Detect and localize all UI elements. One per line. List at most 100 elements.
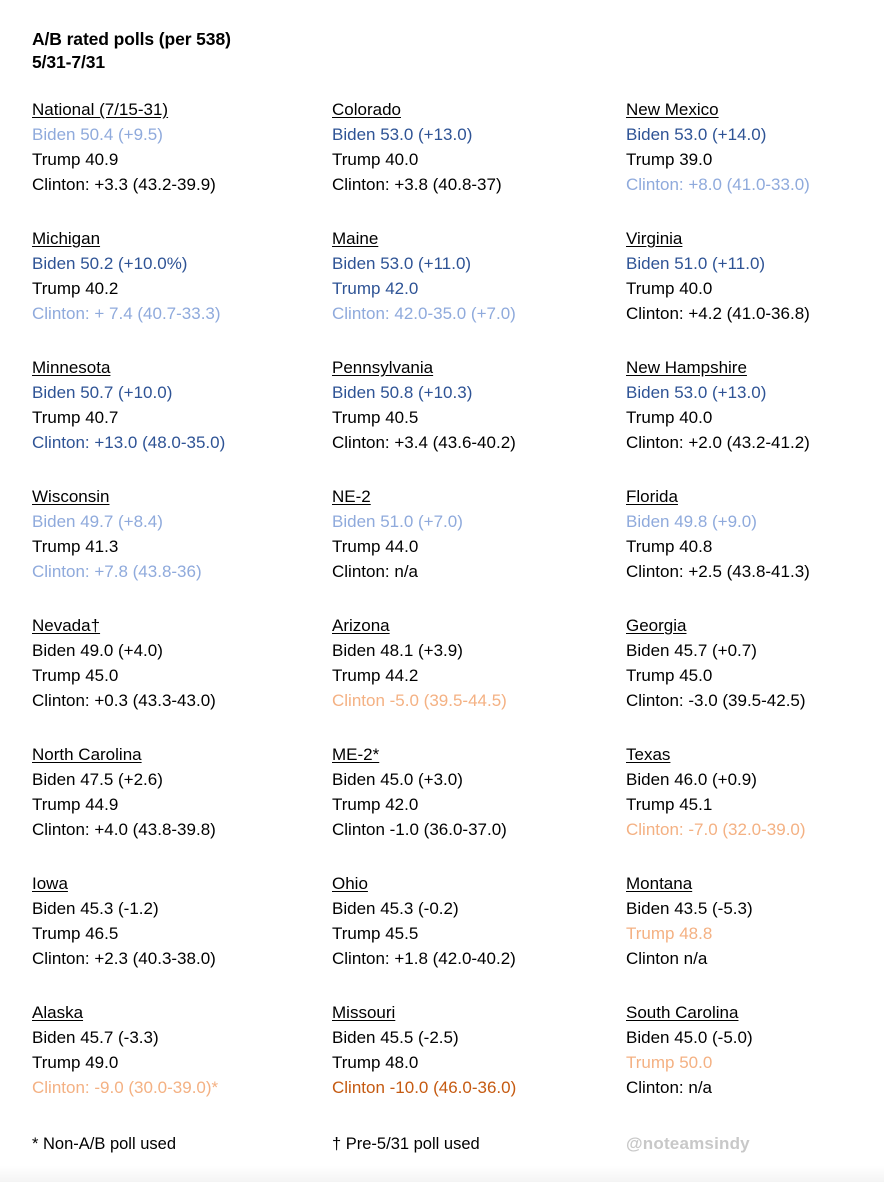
- biden-line: Biden 45.3 (-0.2): [332, 899, 459, 918]
- state-name: South Carolina: [626, 1003, 739, 1022]
- poll-cell: Arizona Biden 48.1 (+3.9) Trump 44.2 Clinto…: [332, 614, 626, 743]
- state-name: Maine: [332, 229, 379, 248]
- biden-line: Biden 47.5 (+2.6): [32, 770, 163, 789]
- trump-line: Trump 42.0: [332, 795, 419, 814]
- poll-cell: Alaska Biden 45.7 (-3.3) Trump 49.0 Clinton…: [32, 1001, 332, 1130]
- trump-line: Trump 40.2: [32, 279, 119, 298]
- poll-cell: Michigan Biden 50.2 (+10.0%) Trump 40.2 Cli…: [32, 227, 332, 356]
- state-name: Nevada†: [32, 616, 101, 635]
- biden-line: Biden 53.0 (+13.0): [626, 383, 767, 402]
- trump-line: Trump 39.0: [626, 150, 713, 169]
- trump-line: Trump 48.0: [332, 1053, 419, 1072]
- state-name: New Mexico: [626, 100, 719, 119]
- poll-cell: National (7/15-31) Biden 50.4 (+9.5) Trump…: [32, 98, 332, 227]
- biden-line: Biden 48.1 (+3.9): [332, 641, 463, 660]
- clinton-line: Clinton: n/a: [332, 562, 418, 581]
- trump-line: Trump 40.0: [626, 279, 713, 298]
- clinton-line: Clinton: -7.0 (32.0-39.0): [626, 820, 806, 839]
- trump-line: Trump 40.7: [32, 408, 119, 427]
- poll-grid: National (7/15-31) Biden 50.4 (+9.5) Trump…: [32, 98, 860, 1130]
- poll-cell: Colorado Biden 53.0 (+13.0) Trump 40.0 Clin…: [332, 98, 626, 227]
- poll-cell: NE-2 Biden 51.0 (+7.0) Trump 44.0 Clinton: …: [332, 485, 626, 614]
- biden-line: Biden 45.7 (+0.7): [626, 641, 757, 660]
- biden-line: Biden 45.3 (-1.2): [32, 899, 159, 918]
- biden-line: Biden 49.0 (+4.0): [32, 641, 163, 660]
- poll-cell: Ohio Biden 45.3 (-0.2) Trump 45.5 Clinton: …: [332, 872, 626, 1001]
- poll-cell: ME-2* Biden 45.0 (+3.0) Trump 42.0 Clinton …: [332, 743, 626, 872]
- trump-line: Trump 44.0: [332, 537, 419, 556]
- trump-line: Trump 40.0: [626, 408, 713, 427]
- poll-cell: Nevada† Biden 49.0 (+4.0) Trump 45.0 Clinto…: [32, 614, 332, 743]
- state-name: Missouri: [332, 1003, 396, 1022]
- state-name: Georgia: [626, 616, 687, 635]
- clinton-line: Clinton: -3.0 (39.5-42.5): [626, 691, 806, 710]
- trump-line: Trump 41.3: [32, 537, 119, 556]
- trump-line: Trump 40.8: [626, 537, 713, 556]
- biden-line: Biden 51.0 (+7.0): [332, 512, 463, 531]
- clinton-line: Clinton: +3.3 (43.2-39.9): [32, 175, 216, 194]
- biden-line: Biden 50.8 (+10.3): [332, 383, 473, 402]
- state-name: Texas: [626, 745, 671, 764]
- biden-line: Biden 50.2 (+10.0%): [32, 254, 188, 273]
- clinton-line: Clinton: +0.3 (43.3-43.0): [32, 691, 216, 710]
- state-name: Michigan: [32, 229, 101, 248]
- poll-cell: Wisconsin Biden 49.7 (+8.4) Trump 41.3 Clin…: [32, 485, 332, 614]
- clinton-line: Clinton n/a: [626, 949, 708, 968]
- footnote-non-ab: * Non-A/B poll used: [32, 1135, 176, 1153]
- biden-line: Biden 45.0 (-5.0): [626, 1028, 753, 1047]
- biden-line: Biden 45.5 (-2.5): [332, 1028, 459, 1047]
- clinton-line: Clinton: +3.4 (43.6-40.2): [332, 433, 516, 452]
- trump-line: Trump 48.8: [626, 924, 713, 943]
- watermark-handle: @noteamsindy: [626, 1134, 750, 1153]
- clinton-line: Clinton: +13.0 (48.0-35.0): [32, 433, 226, 452]
- state-name: Iowa: [32, 874, 68, 893]
- poll-cell: Montana Biden 43.5 (-5.3) Trump 48.8 Clinto…: [626, 872, 884, 1001]
- poll-cell: Missouri Biden 45.5 (-2.5) Trump 48.0 Clint…: [332, 1001, 626, 1130]
- poll-cell: New Hampshire Biden 53.0 (+13.0) Trump 40.…: [626, 356, 884, 485]
- clinton-line: Clinton: +8.0 (41.0-33.0): [626, 175, 810, 194]
- biden-line: Biden 45.0 (+3.0): [332, 770, 463, 789]
- biden-line: Biden 45.7 (-3.3): [32, 1028, 159, 1047]
- trump-line: Trump 40.0: [332, 150, 419, 169]
- state-name: Ohio: [332, 874, 368, 893]
- state-name: Minnesota: [32, 358, 111, 377]
- clinton-line: Clinton: 42.0-35.0 (+7.0): [332, 304, 516, 323]
- state-name: Montana: [626, 874, 693, 893]
- trump-line: Trump 45.5: [332, 924, 419, 943]
- clinton-line: Clinton: +3.8 (40.8-37): [332, 175, 502, 194]
- clinton-line: Clinton: +1.8 (42.0-40.2): [332, 949, 516, 968]
- biden-line: Biden 49.8 (+9.0): [626, 512, 757, 531]
- biden-line: Biden 50.4 (+9.5): [32, 125, 163, 144]
- poll-cell: Georgia Biden 45.7 (+0.7) Trump 45.0 Clinto…: [626, 614, 884, 743]
- clinton-line: Clinton: +2.3 (40.3-38.0): [32, 949, 216, 968]
- poll-cell: Minnesota Biden 50.7 (+10.0) Trump 40.7 Cli…: [32, 356, 332, 485]
- biden-line: Biden 50.7 (+10.0): [32, 383, 173, 402]
- state-name: Arizona: [332, 616, 390, 635]
- state-name: New Hampshire: [626, 358, 747, 377]
- clinton-line: Clinton: n/a: [626, 1078, 712, 1097]
- poll-cell: New Mexico Biden 53.0 (+14.0) Trump 39.0 Cl…: [626, 98, 884, 227]
- clinton-line: Clinton -10.0 (46.0-36.0): [332, 1078, 517, 1097]
- clinton-line: Clinton: +7.8 (43.8-36): [32, 562, 202, 581]
- page-title: A/B rated polls (per 538) 5/31-7/31: [32, 28, 860, 74]
- trump-line: Trump 45.0: [626, 666, 713, 685]
- trump-line: Trump 42.0: [332, 279, 419, 298]
- state-name: Wisconsin: [32, 487, 110, 506]
- state-name: Alaska: [32, 1003, 84, 1022]
- trump-line: Trump 49.0: [32, 1053, 119, 1072]
- biden-line: Biden 51.0 (+11.0): [626, 254, 766, 273]
- trump-line: Trump 45.0: [32, 666, 119, 685]
- state-name: NE-2: [332, 487, 371, 506]
- poll-cell: Virginia Biden 51.0 (+11.0) Trump 40.0 Clin…: [626, 227, 884, 356]
- poll-cell: Pennsylvania Biden 50.8 (+10.3) Trump 40.5…: [332, 356, 626, 485]
- poll-summary-page: A/B rated polls (per 538) 5/31-7/31 Nati…: [0, 0, 884, 1182]
- trump-line: Trump 50.0: [626, 1053, 713, 1072]
- state-name: Pennsylvania: [332, 358, 434, 377]
- poll-cell: Texas Biden 46.0 (+0.9) Trump 45.1 Clinton:…: [626, 743, 884, 872]
- state-name: Colorado: [332, 100, 401, 119]
- poll-cell: South Carolina Biden 45.0 (-5.0) Trump 50.…: [626, 1001, 884, 1130]
- poll-cell: Maine Biden 53.0 (+11.0) Trump 42.0 Clinton…: [332, 227, 626, 356]
- clinton-line: Clinton: +4.0 (43.8-39.8): [32, 820, 216, 839]
- state-name: Florida: [626, 487, 678, 506]
- state-name: North Carolina: [32, 745, 142, 764]
